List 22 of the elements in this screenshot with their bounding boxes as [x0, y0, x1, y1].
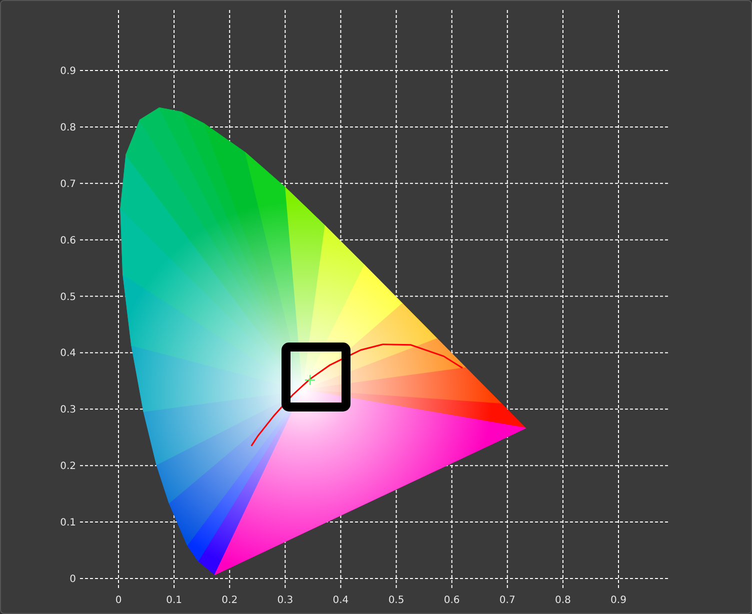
x-tick-label: 0.8 — [555, 595, 571, 606]
y-tick-label: 0.4 — [60, 348, 76, 360]
x-tick-label: 0 — [115, 595, 122, 606]
y-tick-label: 0.2 — [60, 461, 76, 472]
x-tick-label: 0.1 — [166, 595, 182, 606]
x-tick-label: 0.2 — [222, 595, 238, 606]
y-tick-label: 0.7 — [60, 178, 76, 190]
x-tick-label: 0.9 — [610, 595, 626, 606]
y-tick-label: 0.1 — [60, 518, 76, 529]
y-tick-label: 0.3 — [60, 404, 76, 416]
x-tick-label: 0.5 — [388, 595, 404, 606]
x-tick-label: 0.6 — [444, 595, 460, 606]
y-tick-label: 0.5 — [60, 292, 76, 303]
selection-square[interactable] — [282, 342, 350, 412]
y-tick-label: 0.8 — [60, 122, 76, 134]
y-tick-label: 0 — [70, 574, 76, 585]
y-tick-label: 0.9 — [60, 66, 76, 77]
x-tick-label: 0.3 — [277, 595, 294, 606]
crosshair-icon — [304, 374, 316, 386]
x-tick-label: 0.4 — [332, 595, 349, 606]
y-tick-label: 0.6 — [60, 235, 76, 246]
x-tick-label: 0.7 — [499, 595, 516, 606]
